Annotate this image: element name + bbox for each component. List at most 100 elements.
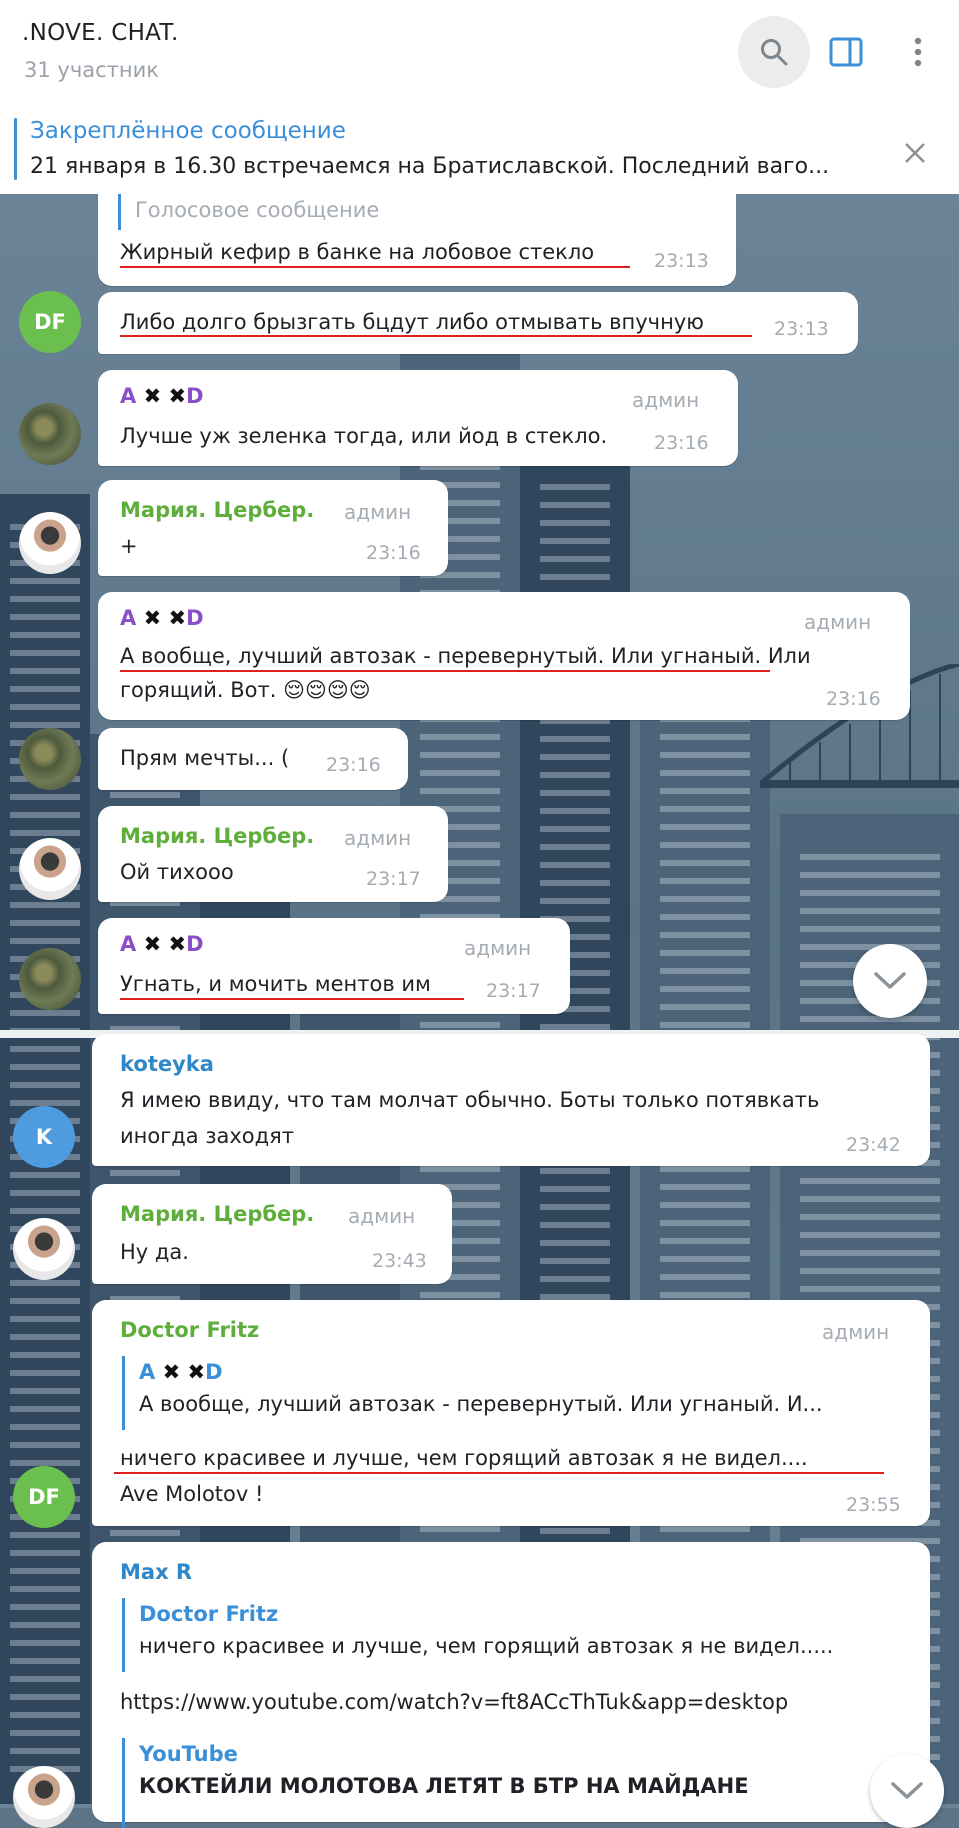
message-time: 23:17 [366,868,421,890]
message-bubble[interactable]: Мария. Цербер. админ Ой тихооо 23:17 [98,806,448,902]
message-bubble[interactable]: Мария. Цербер. админ + 23:16 [98,480,448,576]
sidebar-toggle-button[interactable] [810,16,882,88]
message-bubble[interactable]: A ✖ ✖D админ Лучше уж зеленка тогда, или… [98,370,738,466]
quote-sender-part: A [139,1360,156,1384]
link-preview[interactable]: YouTube КОКТЕЙЛИ МОЛОТОВА ЛЕТЯТ В БТР НА… [122,1738,749,1828]
avatar[interactable]: DF [13,1466,75,1528]
message-time: 23:13 [774,318,829,340]
sidebar-toggle-icon [829,37,863,67]
admin-badge: админ [632,388,700,412]
message-text: Жирный кефир в банке на лобовое стекло [120,240,595,264]
preview-site-name: YouTube [139,1742,238,1766]
scroll-down-button[interactable] [853,944,927,1018]
cross-mark-icon: ✖ [168,384,187,408]
youtube-link[interactable]: https://www.youtube.com/watch?v=ft8ACcTh… [120,1686,788,1718]
search-button[interactable] [738,16,810,88]
pinned-accent-bar [14,118,17,180]
pinned-message-bar[interactable]: Закреплённое сообщение 21 января в 16.30… [0,104,959,195]
chat-title[interactable]: .NOVE. CHAT. [22,20,179,46]
pinned-text: 21 января в 16.30 встречаемся на Братисл… [30,154,830,179]
message-text: Ave Molotov ! [120,1482,264,1506]
admin-badge: админ [344,500,412,524]
admin-badge: админ [822,1320,890,1344]
close-pinned-button[interactable] [890,128,940,178]
message-text: Угнать, и мочить ментов им [120,972,431,996]
admin-badge: админ [344,826,412,850]
sender-name[interactable]: A ✖ ✖D [120,606,204,630]
message-bubble[interactable]: Прям мечты... ( 23:16 [98,728,408,790]
message-time: 23:42 [846,1134,901,1156]
highlight-underline [120,998,464,1000]
reply-quote[interactable]: Doctor Fritz ничего красивее и лучше, че… [122,1598,833,1672]
cross-mark-icon: ✖ [187,1360,206,1384]
chevron-down-icon [891,1782,923,1799]
pinned-title: Закреплённое сообщение [30,118,346,144]
sender-name[interactable]: Doctor Fritz [120,1318,259,1342]
avatar[interactable]: K [13,1106,75,1168]
reply-label: Голосовое сообщение [135,198,380,222]
cross-mark-icon: ✖ [168,932,187,956]
message-time: 23:13 [654,250,709,272]
avatar[interactable] [19,512,81,574]
highlight-underline [120,670,770,672]
more-menu-button[interactable] [882,16,954,88]
message-bubble[interactable]: Мария. Цербер. админ Ну да. 23:43 [92,1184,452,1284]
highlight-underline [120,335,752,337]
message-bubble[interactable]: Голосовое сообщение Жирный кефир в банке… [98,194,736,286]
admin-badge: админ [464,936,532,960]
message-bubble[interactable]: koteyka Я имею ввиду, что там молчат обы… [92,1034,930,1166]
sender-name[interactable]: Max R [120,1560,192,1584]
message-time: 23:16 [654,432,709,454]
avatar[interactable] [19,403,81,465]
sender-part: D [186,932,204,956]
sender-name[interactable]: koteyka [120,1052,214,1076]
avatar[interactable] [19,948,81,1010]
avatar[interactable]: DF [19,291,81,353]
member-count[interactable]: 31 участник [24,58,159,82]
cross-mark-icon: ✖ [168,606,187,630]
message-bubble[interactable]: Max R Doctor Fritz ничего красивее и луч… [92,1542,930,1828]
message-text: + [120,534,138,558]
close-icon [905,143,925,163]
message-text: Ну да. [120,1240,189,1264]
message-time: 23:43 [372,1250,427,1272]
message-time: 23:16 [326,754,381,776]
preview-title: КОКТЕЙЛИ МОЛОТОВА ЛЕТЯТ В БТР НА МАЙДАНЕ [139,1774,749,1798]
avatar[interactable] [19,838,81,900]
cross-mark-icon: ✖ [143,384,162,408]
sender-name[interactable]: A ✖ ✖D [120,932,204,956]
sender-name[interactable]: Мария. Цербер. [120,824,314,848]
admin-badge: админ [348,1204,416,1228]
message-text: Прям мечты... ( [120,746,290,770]
reply-quote[interactable]: Голосовое сообщение [118,194,379,230]
quote-sender: Doctor Fritz [139,1602,279,1626]
message-bubble[interactable]: Либо долго брызгать бцдут либо отмывать … [98,292,858,354]
reply-quote[interactable]: A ✖ ✖D А вообще, лучший автозак - переве… [122,1356,823,1430]
message-text: Либо долго брызгать бцдут либо отмывать … [120,310,704,334]
avatar[interactable] [19,728,81,790]
avatar[interactable] [13,1218,75,1280]
scroll-down-button[interactable] [870,1754,944,1828]
quote-text: ничего красивее и лучше, чем горящий авт… [139,1634,834,1658]
sender-name[interactable]: Мария. Цербер. [120,498,314,522]
message-text: А вообще, лучший автозак - перевернутый.… [120,644,811,668]
admin-badge: админ [804,610,872,634]
avatar[interactable] [13,1766,75,1828]
sender-part: A [120,932,137,956]
message-time: 23:55 [846,1494,901,1516]
sender-part: A [120,384,137,408]
highlight-underline [120,266,630,268]
sender-name[interactable]: A ✖ ✖D [120,384,204,408]
message-bubble[interactable]: A ✖ ✖D админ Угнать, и мочить ментов им … [98,918,570,1014]
message-text: ничего красивее и лучше, чем горящий авт… [120,1446,808,1470]
message-text: Лучше уж зеленка тогда, или йод в стекло… [120,424,608,448]
message-bubble[interactable]: Doctor Fritz админ A ✖ ✖D А вообще, лучш… [92,1300,930,1526]
message-text: Я имею ввиду, что там молчат обычно. Бот… [120,1088,820,1112]
message-bubble[interactable]: A ✖ ✖D админ А вообще, лучший автозак - … [98,592,910,720]
quote-sender-part: D [205,1360,223,1384]
highlight-underline [114,1472,884,1474]
sender-part: D [186,384,204,408]
more-vertical-icon [914,37,922,67]
sender-name[interactable]: Мария. Цербер. [120,1202,314,1226]
cross-mark-icon: ✖ [143,606,162,630]
